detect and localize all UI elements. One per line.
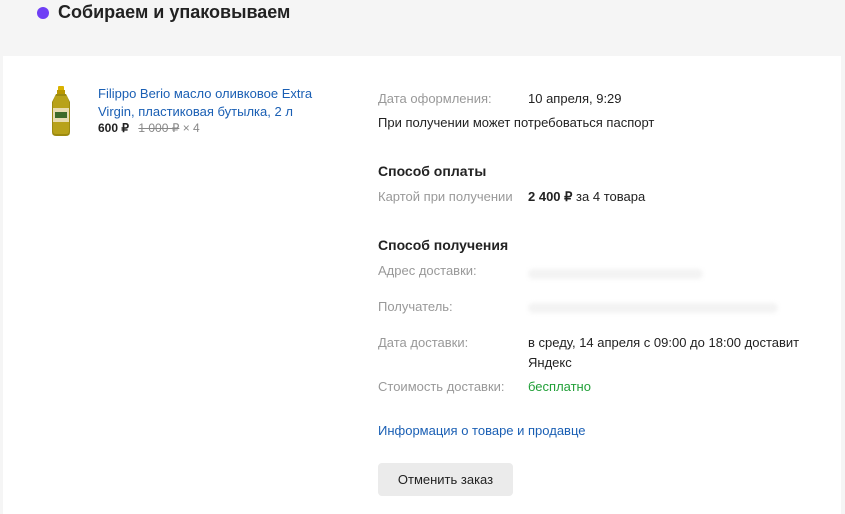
redacted-recipient xyxy=(528,303,778,313)
order-status-header: Собираем и упаковываем xyxy=(3,0,841,56)
payment-heading: Способ оплаты xyxy=(378,163,487,179)
payment-amount-suffix: за 4 товара xyxy=(576,189,646,204)
product-title-link[interactable]: Filippo Berio масло оливковое Extra Virg… xyxy=(98,85,328,121)
delivery-date-value-line1: в среду, 14 апреля с 09:00 до 18:00 дост… xyxy=(528,335,800,350)
status-dot-icon xyxy=(37,7,49,19)
order-status-title: Собираем и упаковываем xyxy=(58,2,291,22)
payment-amount: 2 400 ₽ xyxy=(528,189,573,204)
redacted-address xyxy=(528,269,703,279)
product-seller-info-link[interactable]: Информация о товаре и продавце xyxy=(378,423,586,438)
passport-note: При получении может потребоваться паспор… xyxy=(378,115,655,130)
delivery-date-label: Дата доставки: xyxy=(378,335,469,350)
product-old-price: 1 000 ₽ xyxy=(138,121,180,135)
delivery-heading: Способ получения xyxy=(378,237,509,253)
recipient-label: Получатель: xyxy=(378,299,453,314)
order-card: Собираем и упаковываем Filippo Berio мас… xyxy=(3,0,841,514)
order-date-label: Дата оформления: xyxy=(378,91,492,106)
delivery-cost-label: Стоимость доставки: xyxy=(378,379,505,394)
payment-method: Картой при получении xyxy=(378,189,513,204)
delivery-date-value-line2: Яндекс xyxy=(528,355,572,370)
product-price: 600 ₽ xyxy=(98,121,129,135)
product-quantity: × 4 xyxy=(182,121,200,135)
olive-oil-bottle-icon[interactable] xyxy=(48,86,74,136)
payment-amount-row: 2 400 ₽ за 4 товара xyxy=(528,189,645,205)
order-date-value: 10 апреля, 9:29 xyxy=(528,91,622,106)
cancel-order-button[interactable]: Отменить заказ xyxy=(378,463,513,496)
delivery-cost-value: бесплатно xyxy=(528,379,591,394)
product-price-row: 600 ₽ 1 000 ₽ × 4 xyxy=(98,121,200,135)
delivery-address-label: Адрес доставки: xyxy=(378,263,477,278)
